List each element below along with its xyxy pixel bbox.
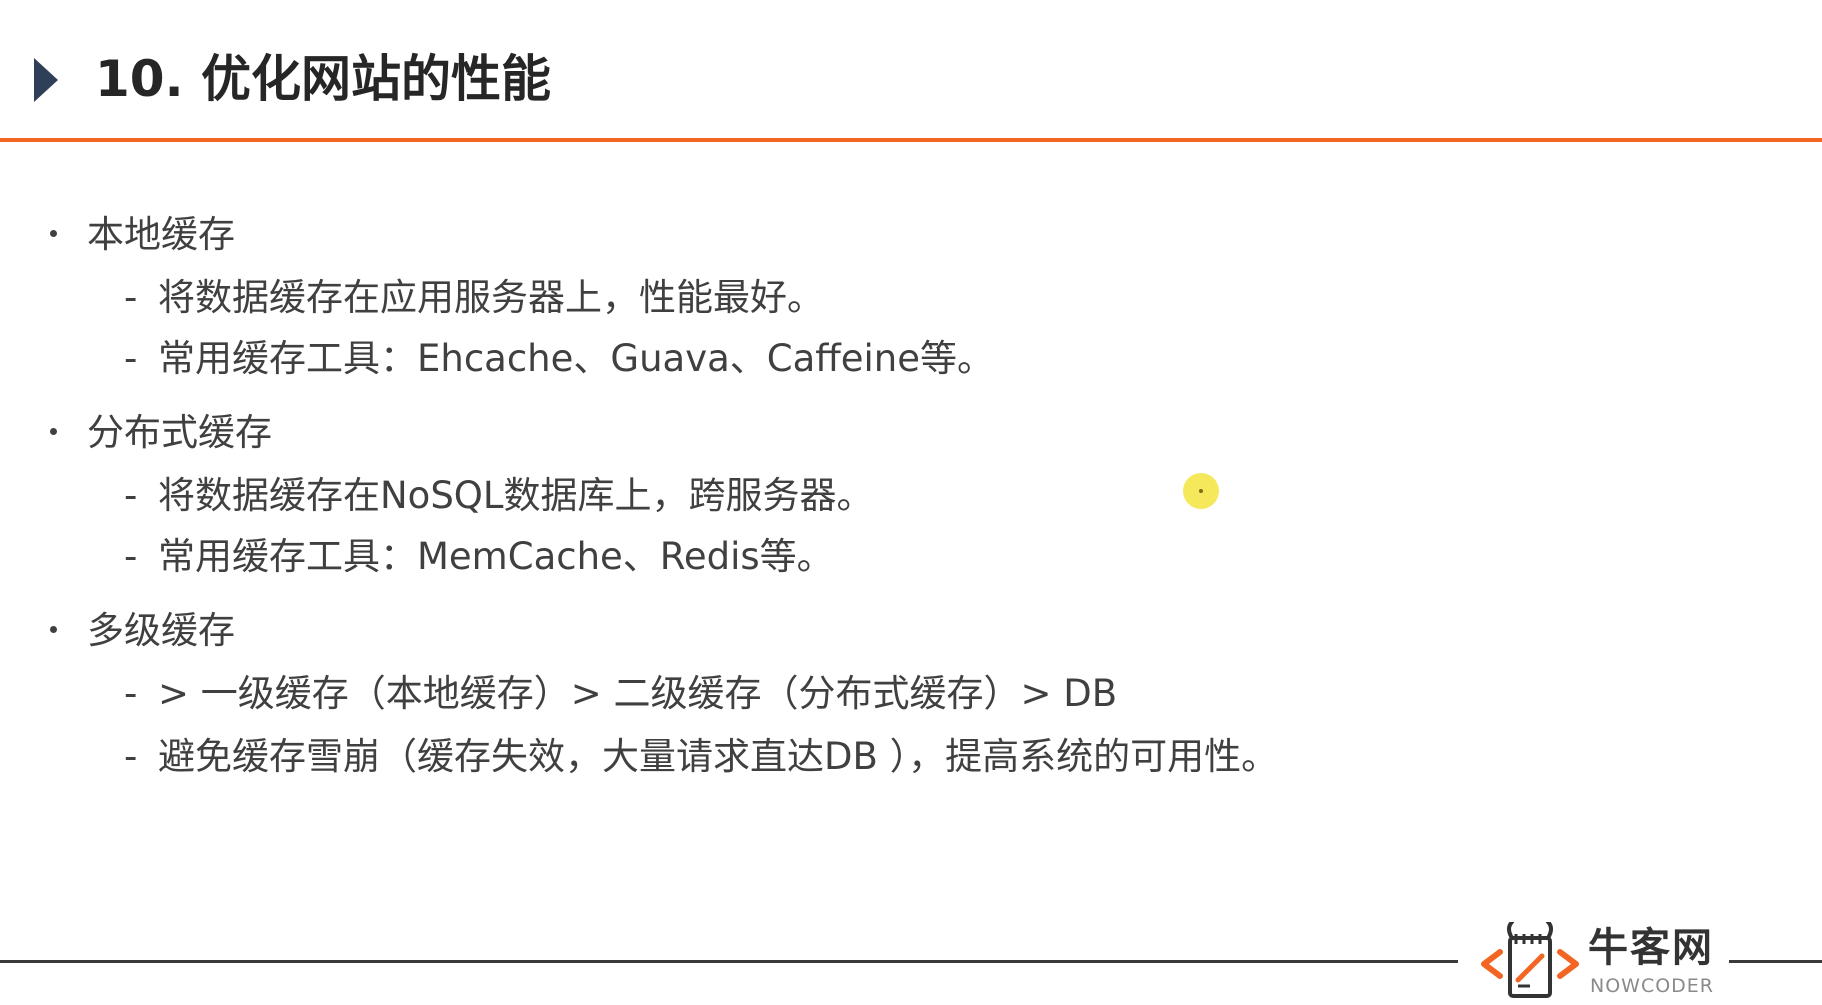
nowcoder-logo: 牛客网 NOWCODER <box>1478 922 1718 1002</box>
sub-item-text: 避免缓存雪崩（缓存失效，大量请求直达DB ），提高系统的可用性。 <box>158 735 1279 778</box>
bullet-dot-icon <box>50 626 57 633</box>
bullet-dot-icon <box>50 428 57 435</box>
dash-marker: - <box>124 672 138 715</box>
sub-item-text: 将数据缓存在应用服务器上，性能最好。 <box>158 276 824 319</box>
logo-brand-text: 牛客网 <box>1588 925 1714 971</box>
sub-item-text: 常用缓存工具：MemCache、Redis等。 <box>158 535 834 578</box>
title-divider <box>0 138 1822 142</box>
sub-item-text: 将数据缓存在NoSQL数据库上，跨服务器。 <box>158 474 874 517</box>
bullet-dot-icon <box>50 230 57 237</box>
nowcoder-logo-icon <box>1481 922 1579 998</box>
sub-item-text: > 一级缓存（本地缓存）> 二级缓存（分布式缓存）> DB <box>158 672 1118 715</box>
logo-subtitle: NOWCODER <box>1590 975 1715 997</box>
footer-divider <box>0 960 1458 963</box>
dash-marker: - <box>124 474 138 517</box>
dash-marker: - <box>124 735 138 778</box>
bullet-heading: 多级缓存 <box>87 609 235 652</box>
footer-divider <box>1729 960 1822 963</box>
dash-marker: - <box>124 337 138 380</box>
dash-marker: - <box>124 276 138 319</box>
slide-title: 10. 优化网站的性能 <box>95 50 551 108</box>
title-arrow-icon <box>34 58 58 102</box>
slide-title-bar: 10. 优化网站的性能 <box>0 0 1822 142</box>
bullet-heading: 分布式缓存 <box>87 411 272 454</box>
pointer-highlight <box>1183 473 1219 509</box>
sub-item-text: 常用缓存工具：Ehcache、Guava、Caffeine等。 <box>158 337 995 380</box>
dash-marker: - <box>124 535 138 578</box>
bullet-heading: 本地缓存 <box>87 213 235 256</box>
